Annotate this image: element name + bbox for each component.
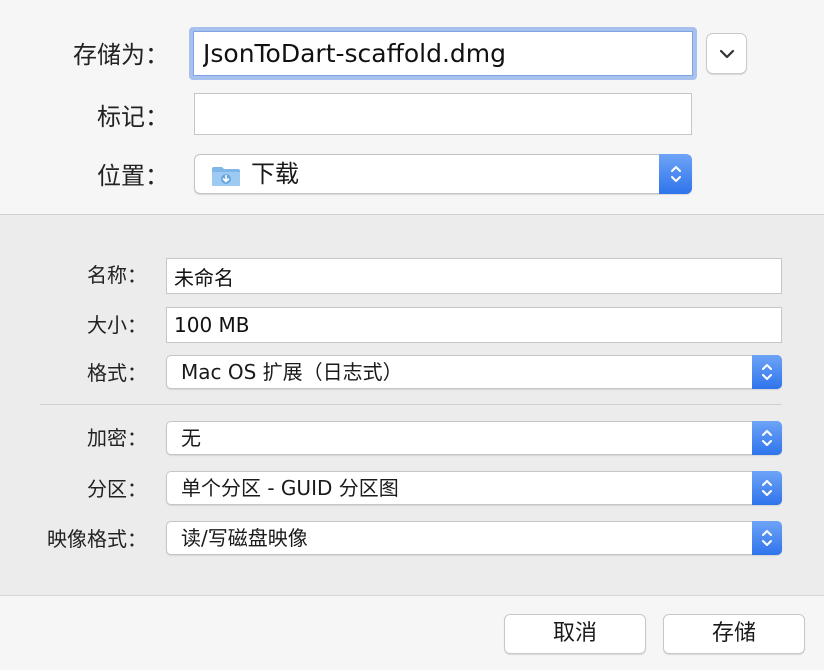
cancel-button[interactable]: 取消: [504, 614, 646, 654]
size-input[interactable]: [167, 308, 781, 342]
image-format-value: 读/写磁盘映像: [181, 526, 308, 550]
partitions-stepper[interactable]: [752, 471, 782, 505]
partitions-value: 单个分区 - GUID 分区图: [181, 476, 399, 500]
format-value: Mac OS 扩展（日志式）: [181, 360, 403, 384]
save-as-input[interactable]: [193, 31, 693, 76]
size-field-frame[interactable]: [166, 307, 782, 343]
downloads-folder-icon: [212, 167, 240, 186]
save-button[interactable]: 存储: [663, 614, 805, 654]
partitions-popup-button[interactable]: 单个分区 - GUID 分区图: [166, 471, 782, 505]
where-stepper[interactable]: [659, 154, 692, 194]
image-format-label: 映像格式：: [47, 527, 147, 551]
format-label: 格式：: [87, 361, 147, 385]
save-as-label: 存储为：: [73, 41, 169, 69]
up-down-arrows-icon: [762, 430, 772, 446]
name-input[interactable]: [167, 259, 781, 293]
size-label: 大小：: [87, 313, 147, 337]
tags-label: 标记：: [97, 103, 169, 131]
format-popup-button[interactable]: Mac OS 扩展（日志式）: [166, 355, 782, 389]
up-down-arrows-icon: [762, 480, 772, 496]
where-value: 下载: [251, 160, 299, 188]
name-label: 名称：: [87, 263, 147, 287]
encryption-value: 无: [181, 426, 201, 450]
encryption-label: 加密：: [87, 426, 147, 450]
up-down-arrows-icon: [670, 166, 681, 182]
encryption-stepper[interactable]: [752, 421, 782, 455]
file-info-pane: 存储为： 标记： 位置： 下载: [0, 0, 824, 215]
where-popup-button[interactable]: 下载: [194, 154, 692, 194]
up-down-arrows-icon: [762, 530, 772, 546]
tags-field-frame[interactable]: [194, 93, 692, 135]
expand-dialog-button[interactable]: [706, 33, 747, 74]
encryption-popup-button[interactable]: 无: [166, 421, 782, 455]
up-down-arrows-icon: [762, 364, 772, 380]
partitions-label: 分区：: [87, 477, 147, 501]
format-stepper[interactable]: [752, 355, 782, 389]
dialog-footer: 取消 存储: [0, 596, 824, 670]
chevron-down-icon: [719, 49, 734, 58]
tags-input[interactable]: [195, 94, 691, 134]
image-format-stepper[interactable]: [752, 521, 782, 555]
section-divider: [40, 404, 782, 405]
where-label: 位置：: [97, 162, 169, 190]
name-field-frame[interactable]: [166, 258, 782, 294]
save-as-field-frame[interactable]: [189, 27, 697, 80]
image-format-popup-button[interactable]: 读/写磁盘映像: [166, 521, 782, 555]
